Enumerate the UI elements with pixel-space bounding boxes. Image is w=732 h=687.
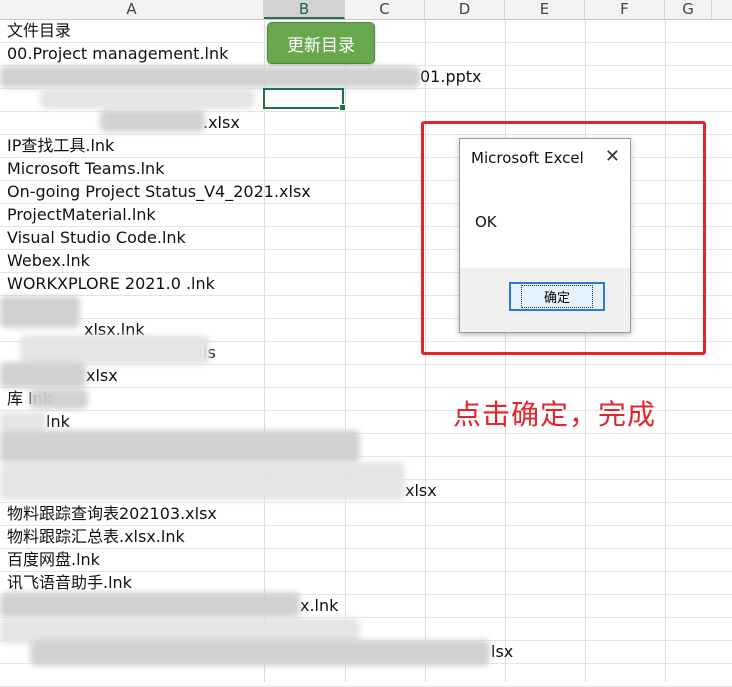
close-icon[interactable]: ✕ bbox=[605, 147, 620, 167]
gridline bbox=[0, 548, 732, 549]
column-header-c[interactable]: C bbox=[345, 0, 425, 19]
cell-a7[interactable]: Microsoft Teams.lnk bbox=[7, 157, 164, 180]
instruction-annotation: 点击确定，完成 bbox=[453, 398, 657, 431]
active-cell-b[interactable] bbox=[263, 88, 346, 111]
cell-a22[interactable]: 物料跟踪查询表202103.xlsx bbox=[7, 502, 217, 525]
cell-a8[interactable]: On-going Project Status_V4_2021.xlsx bbox=[7, 180, 311, 203]
cell-a11[interactable]: Webex.lnk bbox=[7, 249, 90, 272]
cell-a1[interactable]: 文件目录 bbox=[7, 19, 71, 42]
spreadsheet: A B C D E F G 文件目录 00.Project management… bbox=[0, 0, 732, 687]
redacted-blur bbox=[0, 296, 80, 328]
gridline bbox=[264, 19, 265, 682]
redacted-blur bbox=[30, 389, 88, 409]
cell-a9[interactable]: ProjectMaterial.lnk bbox=[7, 203, 156, 226]
column-header-e[interactable]: E bbox=[505, 0, 585, 19]
cell-a28[interactable]: lsx bbox=[491, 640, 513, 663]
column-header-bar: A B C D E F G bbox=[0, 0, 732, 20]
column-header-d[interactable]: D bbox=[425, 0, 505, 19]
column-header-b[interactable]: B bbox=[264, 0, 345, 19]
redacted-blur bbox=[20, 335, 210, 365]
update-directory-button[interactable]: 更新目录 bbox=[267, 22, 375, 64]
redacted-blur bbox=[0, 462, 405, 500]
cell-a12[interactable]: WORKXPLORE 2021.0 .lnk bbox=[7, 272, 215, 295]
cell-a26[interactable]: x.lnk bbox=[300, 594, 338, 617]
gridline bbox=[345, 19, 346, 682]
column-header-g[interactable]: G bbox=[665, 0, 712, 19]
column-header-a[interactable]: A bbox=[0, 0, 264, 19]
gridline bbox=[0, 387, 732, 388]
dialog-title: Microsoft Excel bbox=[471, 149, 584, 167]
redacted-blur bbox=[100, 110, 205, 132]
message-dialog: Microsoft Excel ✕ OK 确定 bbox=[459, 138, 631, 333]
cell-a6[interactable]: IP查找工具.lnk bbox=[7, 134, 114, 157]
column-header-f[interactable]: F bbox=[585, 0, 665, 19]
cell-a3[interactable]: 01.pptx bbox=[420, 65, 482, 88]
cell-a24[interactable]: 百度网盘.lnk bbox=[7, 548, 100, 571]
redacted-blur bbox=[40, 89, 255, 109]
redacted-blur bbox=[0, 66, 420, 88]
cell-a5[interactable]: .xlsx bbox=[203, 111, 240, 134]
cell-a2[interactable]: 00.Project management.lnk bbox=[7, 42, 228, 65]
cell-a21[interactable]: xlsx bbox=[405, 479, 437, 502]
ok-button[interactable]: 确定 bbox=[509, 282, 605, 311]
redacted-blur bbox=[30, 640, 490, 666]
dialog-footer: 确定 bbox=[460, 268, 630, 332]
cell-a10[interactable]: Visual Studio Code.lnk bbox=[7, 226, 186, 249]
redacted-blur bbox=[0, 592, 300, 618]
dialog-message: OK bbox=[475, 213, 497, 231]
cell-a25[interactable]: 讯飞语音助手.lnk bbox=[7, 571, 132, 594]
cell-a23[interactable]: 物料跟踪汇总表.xlsx.lnk bbox=[7, 525, 185, 548]
redacted-blur bbox=[0, 412, 46, 432]
ok-button-label: 确定 bbox=[520, 285, 593, 308]
cell-a16[interactable]: xlsx bbox=[86, 364, 118, 387]
redacted-blur bbox=[0, 362, 86, 388]
redacted-blur bbox=[0, 430, 360, 464]
